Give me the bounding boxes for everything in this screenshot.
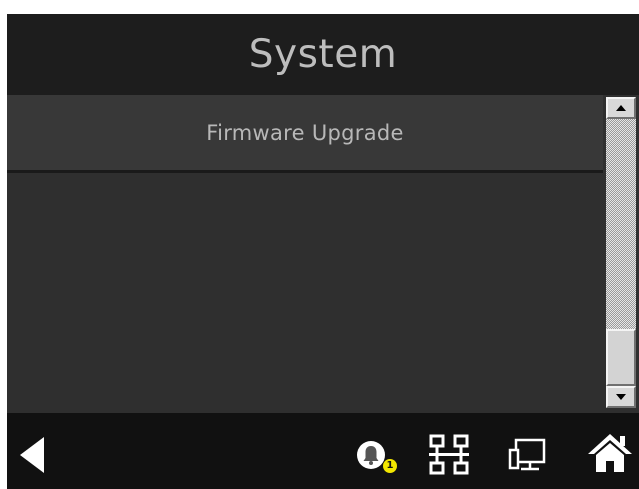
device-screen: System Firmware Upgrade 1 <box>7 14 639 489</box>
page-title: System <box>248 32 398 77</box>
bottom-navigation-bar: 1 <box>7 413 639 489</box>
list-item-firmware-upgrade[interactable]: Firmware Upgrade <box>7 95 603 173</box>
triangle-down-icon <box>616 394 626 400</box>
vertical-scrollbar[interactable] <box>605 95 639 411</box>
home-icon <box>588 434 632 472</box>
scroll-down-button[interactable] <box>606 386 636 408</box>
home-button[interactable] <box>585 431 635 475</box>
alarm-count-badge: 1 <box>386 460 394 471</box>
menu-list: Firmware Upgrade <box>7 95 605 411</box>
title-bar: System <box>7 14 639 95</box>
back-arrow-icon <box>20 437 44 473</box>
back-button[interactable] <box>15 435 51 475</box>
display-button[interactable] <box>507 435 547 475</box>
scrollbar-thumb[interactable] <box>606 329 636 386</box>
network-button[interactable] <box>427 433 471 477</box>
triangle-up-icon <box>616 105 626 111</box>
scroll-up-button[interactable] <box>606 97 636 119</box>
monitor-icon <box>508 438 546 471</box>
alarm-button[interactable]: 1 <box>353 437 397 477</box>
list-item-label: Firmware Upgrade <box>206 120 404 145</box>
network-icon <box>429 434 469 475</box>
